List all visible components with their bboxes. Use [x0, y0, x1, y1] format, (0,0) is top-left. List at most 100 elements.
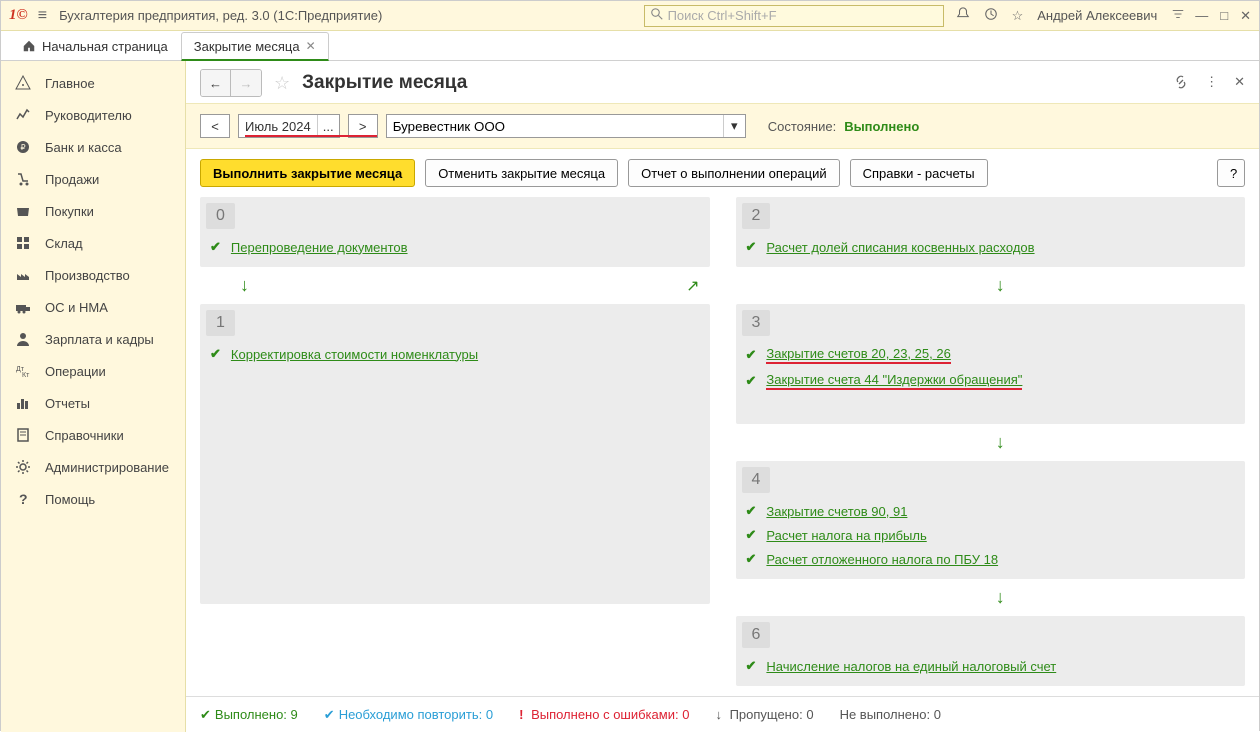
minimize-icon[interactable]: —: [1195, 8, 1208, 24]
arrows-0-1: ↓ ↗: [200, 275, 710, 296]
more-menu-icon[interactable]: ⋮: [1205, 74, 1218, 93]
svg-text:₽: ₽: [20, 143, 25, 152]
stage-3-num: 3: [742, 310, 771, 336]
arrow-down-icon: ↓: [240, 275, 249, 295]
arrow-down-icon: ↓: [756, 275, 1246, 296]
tabs-bar: Начальная страница Закрытие месяца ✕: [1, 31, 1259, 61]
op-indirect-costs[interactable]: Расчет долей списания косвенных расходов: [766, 240, 1034, 255]
sidebar-item-catalogs[interactable]: Справочники: [1, 419, 185, 451]
organization-field[interactable]: ▾: [386, 114, 746, 138]
tab-close-icon[interactable]: ✕: [306, 39, 316, 53]
maximize-icon[interactable]: □: [1220, 8, 1228, 24]
period-value: Июль 2024: [245, 119, 311, 134]
sidebar-item-bank[interactable]: ₽Банк и касса: [1, 131, 185, 163]
sidebar: Главное Руководителю ₽Банк и касса Прода…: [1, 61, 186, 732]
op-close-90-91[interactable]: Закрытие счетов 90, 91: [766, 504, 907, 519]
check-icon: ✔: [746, 373, 757, 389]
close-content-icon[interactable]: ✕: [1234, 74, 1245, 93]
footer-notdone: Не выполнено: 0: [840, 707, 941, 722]
check-icon: ✔: [746, 527, 757, 543]
op-unified-tax[interactable]: Начисление налогов на единый налоговый с…: [766, 659, 1056, 674]
sidebar-item-reports[interactable]: Отчеты: [1, 387, 185, 419]
sidebar-item-help[interactable]: ?Помощь: [1, 483, 185, 515]
tab-home[interactable]: Начальная страница: [9, 31, 181, 60]
check-icon: ✔: [746, 239, 757, 255]
stage-3: 3 ✔Закрытие счетов 20, 23, 25, 26 ✔Закры…: [736, 304, 1246, 424]
stage-1-num: 1: [206, 310, 235, 336]
sidebar-item-warehouse[interactable]: Склад: [1, 227, 185, 259]
run-close-button[interactable]: Выполнить закрытие месяца: [200, 159, 415, 187]
window-controls: — □ ✕: [1195, 8, 1251, 24]
sidebar-item-sales[interactable]: Продажи: [1, 163, 185, 195]
stage-2: 2 ✔ Расчет долей списания косвенных расхо…: [736, 197, 1246, 267]
content-header: ← → ☆ Закрытие месяца ⋮ ✕: [186, 61, 1259, 103]
favorite-star-icon[interactable]: ☆: [274, 73, 290, 94]
stage-2-num: 2: [742, 203, 771, 229]
search-icon: [651, 8, 663, 23]
titlebar-controls: ☆ Андрей Алексеевич: [956, 7, 1186, 24]
tab-home-label: Начальная страница: [42, 39, 168, 54]
search-input[interactable]: Поиск Ctrl+Shift+F: [644, 5, 944, 27]
content: ← → ☆ Закрытие месяца ⋮ ✕ < Июль 2024 ..…: [186, 61, 1259, 732]
stage-4: 4 ✔Закрытие счетов 90, 91 ✔Расчет налога…: [736, 461, 1246, 579]
op-cost-correction[interactable]: Корректировка стоимости номенклатуры: [231, 347, 478, 362]
stage-6: 6 ✔Начисление налогов на единый налоговы…: [736, 616, 1246, 686]
check-icon: ✔: [210, 346, 221, 362]
titlebar: 1© ≡ Бухгалтерия предприятия, ред. 3.0 (…: [1, 1, 1259, 31]
sidebar-item-manager[interactable]: Руководителю: [1, 99, 185, 131]
stages-col-right: 2 ✔ Расчет долей списания косвенных расхо…: [736, 197, 1246, 686]
op-close-44[interactable]: Закрытие счета 44 "Издержки обращения": [766, 372, 1022, 390]
menu-icon[interactable]: ≡: [38, 7, 47, 25]
sidebar-item-production[interactable]: Производство: [1, 259, 185, 291]
footer-errors: ! Выполнено с ошибками: 0: [519, 707, 689, 722]
stage-6-num: 6: [742, 622, 771, 648]
period-field[interactable]: Июль 2024 ...: [238, 114, 340, 138]
help-button[interactable]: ?: [1217, 159, 1245, 187]
stage-1: 1 ✔ Корректировка стоимости номенклатуры: [200, 304, 710, 604]
sidebar-item-operations[interactable]: ДтКтОперации: [1, 355, 185, 387]
sidebar-item-admin[interactable]: Администрирование: [1, 451, 185, 483]
stages-col-left: 0 ✔ Перепроведение документов ↓ ↗ 1 ✔ Корр…: [200, 197, 710, 686]
stage-0-num: 0: [206, 203, 235, 229]
svg-text:?: ?: [19, 491, 28, 507]
footer-skipped: ↓ Пропущено: 0: [715, 707, 813, 722]
main-area: Главное Руководителю ₽Банк и касса Прода…: [1, 61, 1259, 732]
arrow-down-icon: ↓: [756, 587, 1246, 608]
sidebar-item-hr[interactable]: Зарплата и кадры: [1, 323, 185, 355]
action-bar: Выполнить закрытие месяца Отменить закры…: [186, 149, 1259, 197]
tab-month-close[interactable]: Закрытие месяца ✕: [181, 32, 329, 61]
op-close-20-23-25-26[interactable]: Закрытие счетов 20, 23, 25, 26: [766, 346, 950, 364]
tab-month-close-label: Закрытие месяца: [194, 39, 300, 54]
calc-button[interactable]: Справки - расчеты: [850, 159, 988, 187]
footer-repeat: ✔Необходимо повторить: 0: [324, 707, 493, 723]
organization-input[interactable]: [387, 115, 723, 137]
check-icon: ✔: [746, 551, 757, 567]
nav-forward-button[interactable]: →: [231, 70, 261, 96]
sidebar-item-purchases[interactable]: Покупки: [1, 195, 185, 227]
cancel-close-button[interactable]: Отменить закрытие месяца: [425, 159, 618, 187]
sidebar-item-main[interactable]: Главное: [1, 67, 185, 99]
bell-icon[interactable]: [956, 7, 970, 24]
search-placeholder: Поиск Ctrl+Shift+F: [668, 8, 777, 23]
history-icon[interactable]: [984, 7, 998, 24]
settings-lines-icon[interactable]: [1171, 7, 1185, 24]
stage-0: 0 ✔ Перепроведение документов: [200, 197, 710, 267]
organization-dropdown-button[interactable]: ▾: [723, 115, 745, 137]
link-icon[interactable]: [1173, 74, 1189, 93]
op-deferred-tax[interactable]: Расчет отложенного налога по ПБУ 18: [766, 552, 998, 567]
nav-back-button[interactable]: ←: [201, 70, 231, 96]
arrow-diag-icon: ↗: [686, 278, 699, 295]
op-repost-docs[interactable]: Перепроведение документов: [231, 240, 408, 255]
period-prev-button[interactable]: <: [200, 114, 230, 138]
check-icon: ✔: [210, 239, 221, 255]
star-icon[interactable]: ☆: [1012, 8, 1024, 24]
report-button[interactable]: Отчет о выполнении операций: [628, 159, 840, 187]
close-window-icon[interactable]: ✕: [1240, 8, 1251, 24]
app-title: Бухгалтерия предприятия, ред. 3.0 (1С:Пр…: [59, 8, 382, 23]
sidebar-item-assets[interactable]: ОС и НМА: [1, 291, 185, 323]
state-label: Состояние:: [768, 119, 836, 134]
user-name[interactable]: Андрей Алексеевич: [1037, 8, 1157, 23]
footer-done: ✔Выполнено: 9: [200, 707, 298, 723]
check-icon: ✔: [746, 503, 757, 519]
op-profit-tax[interactable]: Расчет налога на прибыль: [766, 528, 926, 543]
